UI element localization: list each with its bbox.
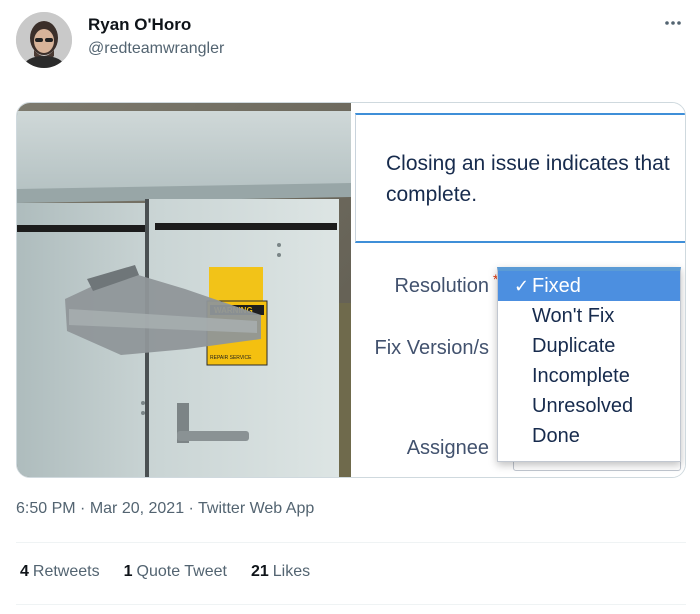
option-label: Fixed	[532, 275, 581, 297]
resolution-option-fixed[interactable]: ✓ Fixed	[498, 271, 680, 301]
quote-tweets-count: 1	[123, 563, 133, 580]
retweets-stat[interactable]: 4 Retweets	[20, 563, 100, 581]
author-block: Ryan O'Horo @redteamwrangler	[88, 14, 224, 60]
assignee-label: Assignee	[406, 437, 489, 459]
service-label-text: REPAIR SERVICE	[210, 355, 252, 361]
retweets-label: Retweets	[32, 563, 100, 580]
close-issue-message: Closing an issue indicates that complete…	[355, 113, 685, 243]
fix-version-label: Fix Version/s	[374, 337, 489, 359]
avatar-image	[16, 12, 72, 68]
more-horizontal-icon	[665, 21, 681, 25]
user-handle[interactable]: @redteamwrangler	[88, 38, 224, 60]
tweet-time[interactable]: 6:50 PM	[16, 500, 76, 517]
tweet-media[interactable]: WARNING REPAIR SERVICE Closing an issue …	[16, 102, 686, 478]
avatar[interactable]	[16, 12, 72, 68]
check-icon: ✓	[514, 276, 530, 296]
resolution-dropdown[interactable]: ✓ Fixed Won't Fix Duplicate Incomplete Un…	[497, 267, 681, 462]
tweet-stats: 4 Retweets 1 Quote Tweet 21 Likes	[20, 563, 310, 581]
more-options-button[interactable]	[660, 10, 686, 36]
tweet-meta: 6:50 PM · Mar 20, 2021 · Twitter Web App	[16, 500, 314, 518]
display-name[interactable]: Ryan O'Horo	[88, 14, 224, 36]
likes-label: Likes	[272, 563, 311, 580]
meta-separator: ·	[184, 500, 199, 517]
photo-utility-box[interactable]: WARNING REPAIR SERVICE	[17, 103, 351, 477]
retweets-count: 4	[20, 563, 29, 580]
resolution-option-wont-fix[interactable]: Won't Fix	[498, 301, 680, 331]
likes-count: 21	[250, 563, 269, 580]
utility-box-image: WARNING REPAIR SERVICE	[17, 103, 351, 477]
meta-separator: ·	[75, 500, 90, 517]
resolution-option-unresolved[interactable]: Unresolved	[498, 391, 680, 421]
resolution-option-duplicate[interactable]: Duplicate	[498, 331, 680, 361]
resolution-label: Resolution	[394, 275, 489, 297]
likes-stat[interactable]: 21 Likes	[251, 563, 310, 581]
quote-tweets-stat[interactable]: 1 Quote Tweet	[124, 563, 227, 581]
resolution-option-done[interactable]: Done	[498, 421, 680, 451]
tweet-date[interactable]: Mar 20, 2021	[90, 500, 184, 517]
divider	[16, 604, 686, 605]
divider	[16, 542, 686, 543]
resolution-option-incomplete[interactable]: Incomplete	[498, 361, 680, 391]
quote-tweets-label: Quote Tweet	[136, 563, 227, 580]
jira-screenshot[interactable]: Closing an issue indicates that complete…	[353, 103, 685, 477]
tweet-source[interactable]: Twitter Web App	[198, 500, 314, 517]
